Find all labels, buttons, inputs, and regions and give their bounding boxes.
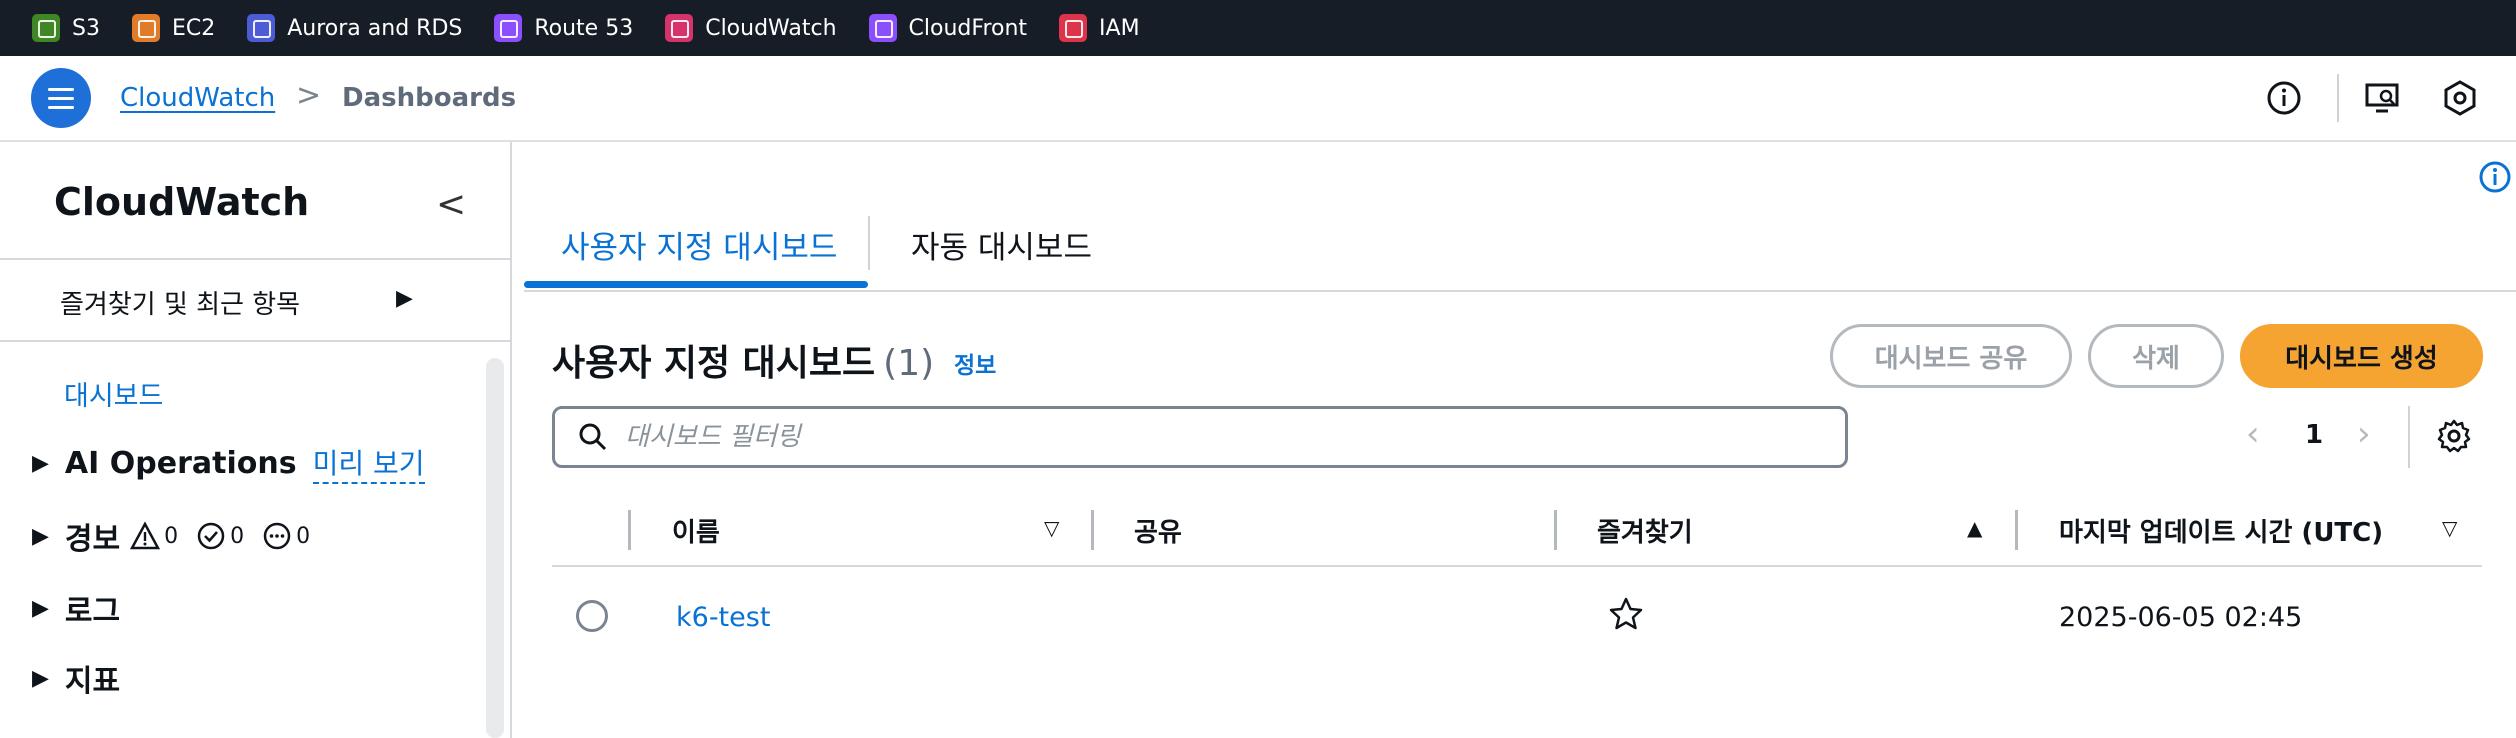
pagination-divider [2408,406,2410,468]
cloudfront-icon [868,14,897,42]
hamburger-icon [48,87,74,91]
dashboard-name-link[interactable]: k6-test [676,602,770,633]
sidebar-item-logs[interactable]: ▶ 로그 [32,586,120,630]
section-title: 사용자 지정 대시보드 (1) [552,343,935,384]
more-circle-icon [263,522,291,550]
column-header-name[interactable]: 이름 [672,512,720,549]
check-circle-icon [197,522,225,550]
column-divider [628,510,631,550]
shortcut-rds[interactable]: Aurora and RDS [247,14,462,42]
sort-ascending-icon[interactable]: ▲ [1967,516,1982,540]
shortcut-cloudfront[interactable]: CloudFront [868,14,1027,42]
sidebar: CloudWatch < 즐겨찾기 및 최근 항목 ▶ 대시보드 ▶ AI Op… [0,142,512,738]
caret-right-icon: ▶ [32,450,49,476]
info-link[interactable]: 정보 [954,346,996,380]
shortcut-iam[interactable]: IAM [1059,14,1140,42]
breadcrumb-cloudwatch-link[interactable]: CloudWatch [120,83,275,113]
current-page-number[interactable]: 1 [2305,420,2323,450]
service-shortcut-bar: S3 EC2 Aurora and RDS Route 53 CloudWatc… [0,0,2516,56]
share-dashboard-button[interactable]: 대시보드 공유 [1830,324,2072,388]
hexagon-settings-icon[interactable] [2440,78,2480,118]
collapse-sidebar-icon[interactable]: < [436,184,466,225]
caret-right-icon: ▶ [32,523,49,549]
tab-bar-divider [524,290,2516,292]
rds-icon [247,14,276,42]
caret-right-icon: ▶ [32,665,49,691]
table-header-divider [552,565,2482,567]
sidebar-title: CloudWatch [54,180,310,224]
page-header: CloudWatch > Dashboards [0,56,2516,142]
menu-button[interactable] [31,68,91,128]
sidebar-item-metrics[interactable]: ▶ 지표 [32,656,120,700]
gear-icon[interactable] [2436,418,2472,454]
caret-right-icon[interactable]: ▶ [396,286,413,311]
tab-custom-dashboards[interactable]: 사용자 지정 대시보드 [561,222,837,267]
route53-icon [494,14,523,42]
breadcrumb-current: Dashboards [342,83,517,113]
info-icon[interactable] [2478,160,2512,194]
sidebar-divider [0,258,510,260]
last-updated-time: 2025-06-05 02:45 [2059,602,2303,633]
column-divider[interactable] [2015,510,2018,550]
dashboard-count: (1) [883,343,935,384]
iam-icon [1059,14,1088,42]
sidebar-item-alarms[interactable]: ▶ 경보 0 0 0 [32,514,324,558]
caret-right-icon: ▶ [32,595,49,621]
dashboard-filter[interactable] [552,406,1848,468]
search-icon [579,423,607,451]
row-select-radio[interactable] [576,600,608,632]
header-divider [2337,74,2339,122]
tab-divider [868,216,870,270]
shortcut-s3[interactable]: S3 [32,14,100,42]
sidebar-favorites[interactable]: 즐겨찾기 및 최근 항목 [60,284,300,321]
alarm-insufficient-count: 0 [262,521,310,551]
alarm-ok-count: 0 [196,521,244,551]
search-input[interactable] [625,422,1725,452]
sidebar-item-dashboards[interactable]: 대시보드 [64,374,163,413]
ec2-icon [131,14,160,42]
info-icon[interactable] [2264,78,2304,118]
tab-auto-dashboards[interactable]: 자동 대시보드 [911,222,1092,267]
preview-link[interactable]: 미리 보기 [312,442,425,484]
previous-page-icon[interactable]: ‹ [2246,414,2260,454]
cloudwatch-icon [665,14,694,42]
breadcrumb-separator-icon: > [296,78,322,113]
active-tab-indicator [524,281,868,288]
shortcut-cloudwatch[interactable]: CloudWatch [665,14,837,42]
column-header-favorite[interactable]: 즐겨찾기 [1597,512,1693,549]
alarm-warning-count: 0 [130,521,178,551]
shortcut-ec2[interactable]: EC2 [131,14,215,42]
delete-button[interactable]: 삭제 [2088,324,2224,388]
column-header-shared[interactable]: 공유 [1134,512,1182,549]
screen-search-icon[interactable] [2362,78,2402,118]
sidebar-divider [0,340,510,342]
create-dashboard-button[interactable]: 대시보드 생성 [2240,324,2483,388]
sort-descending-icon[interactable]: ▽ [1044,516,1059,540]
sort-descending-icon[interactable]: ▽ [2442,516,2457,540]
warning-icon [130,521,161,550]
shortcut-route53[interactable]: Route 53 [494,14,633,42]
column-divider[interactable] [1091,510,1094,550]
column-divider[interactable] [1554,510,1557,550]
star-icon[interactable] [1608,596,1644,632]
next-page-icon[interactable]: › [2357,414,2371,454]
sidebar-scrollbar[interactable] [486,358,504,738]
sidebar-item-ai-operations[interactable]: ▶ AI Operations 미리 보기 [32,442,425,484]
s3-icon [32,14,60,42]
column-header-updated[interactable]: 마지막 업데이트 시간 (UTC) [2059,512,2383,549]
